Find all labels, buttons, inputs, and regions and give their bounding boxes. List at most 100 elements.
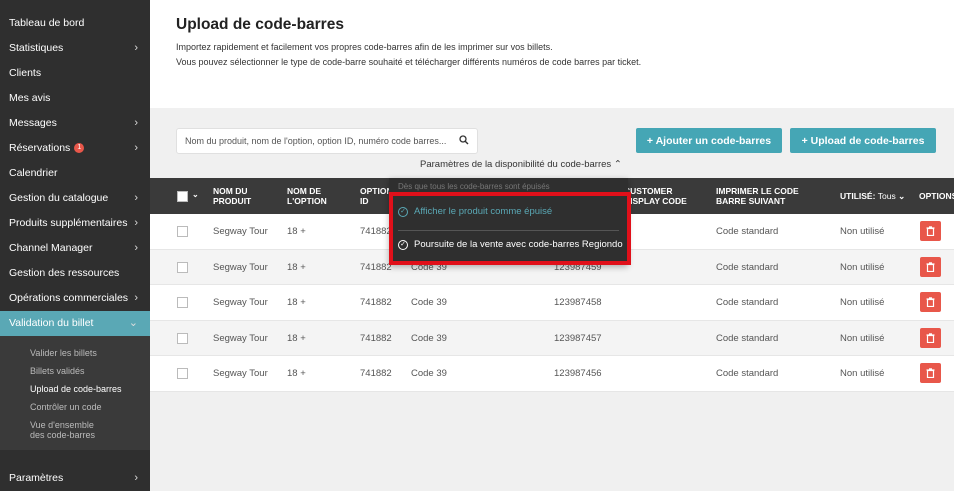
sidebar-item-label: Gestion du catalogue: [9, 192, 109, 204]
cell-product: Segway Tour: [213, 226, 268, 237]
chevron-right-icon: ›: [134, 42, 138, 54]
sidebar-item-messages[interactable]: Messages ›: [0, 111, 150, 136]
subitem-barcode-overview[interactable]: Vue d'ensemble des code-barres: [0, 416, 110, 444]
subitem-upload-barcodes[interactable]: Upload de code-barres: [0, 380, 150, 398]
chevron-right-icon: ›: [134, 472, 138, 484]
sidebar-item-reservations[interactable]: Réservations 1 ›: [0, 136, 150, 161]
col-option[interactable]: NOM DE L'OPTION: [287, 186, 337, 206]
delete-button[interactable]: [920, 221, 941, 241]
chevron-right-icon: ›: [134, 217, 138, 229]
sidebar-item-commercial-ops[interactable]: Opérations commerciales ›: [0, 286, 150, 311]
cell-used: Non utilisé: [840, 297, 885, 308]
sidebar-item-clients[interactable]: Clients: [0, 61, 150, 86]
row-checkbox[interactable]: [177, 226, 188, 237]
cell-option-id: 741882: [360, 332, 392, 344]
upload-barcode-button[interactable]: + Upload de code-barres: [790, 128, 936, 153]
sidebar-item-settings[interactable]: Paramètres ›: [0, 466, 150, 491]
cell-print: Code standard: [716, 332, 779, 344]
row-checkbox[interactable]: [177, 368, 188, 379]
row-checkbox[interactable]: [177, 332, 188, 344]
row-checkbox[interactable]: [177, 297, 188, 308]
delete-button[interactable]: [920, 292, 941, 312]
col-display-code[interactable]: CUSTOMER DISPLAY CODE: [624, 186, 708, 206]
search-icon[interactable]: [459, 135, 469, 147]
col-used-filter[interactable]: UTILISÉ: Tous ⌄: [840, 191, 905, 201]
sidebar-item-catalog[interactable]: Gestion du catalogue ›: [0, 186, 150, 211]
subitem-validate-tickets[interactable]: Valider les billets: [0, 344, 150, 362]
cell-option-id: 741882: [360, 368, 392, 379]
cell-barcode: 123987457: [554, 332, 602, 344]
col-used-label: UTILISÉ:: [840, 191, 876, 201]
trash-icon: [926, 226, 935, 236]
sidebar-item-dashboard[interactable]: Tableau de bord: [0, 11, 150, 36]
delete-button[interactable]: [920, 363, 941, 383]
sidebar-item-label: Messages: [9, 117, 57, 129]
add-barcode-button[interactable]: + Ajouter un code-barres: [636, 128, 782, 153]
sidebar-item-statistics[interactable]: Statistiques ›: [0, 36, 150, 61]
sidebar-item-label: Validation du billet: [9, 317, 94, 329]
cell-product: Segway Tour: [213, 332, 268, 344]
cell-used: Non utilisé: [840, 261, 885, 273]
cell-option: 18 +: [287, 332, 306, 344]
trash-icon: [926, 261, 935, 272]
cell-option-id: 741882: [360, 297, 392, 308]
cell-print: Code standard: [716, 261, 779, 273]
sidebar-item-resources[interactable]: Gestion des ressources: [0, 261, 150, 286]
sidebar-item-label: Produits supplémentaires: [9, 217, 128, 229]
chevron-right-icon: ›: [134, 192, 138, 204]
sidebar-item-calendar[interactable]: Calendrier: [0, 161, 150, 186]
chevron-down-icon: ⌄: [898, 191, 906, 201]
page-header: Upload de code-barres Importez rapidemen…: [150, 0, 954, 108]
subitem-validated-tickets[interactable]: Billets validés: [0, 362, 150, 380]
sidebar-item-reviews[interactable]: Mes avis: [0, 86, 150, 111]
chevron-right-icon: ›: [134, 142, 138, 154]
availability-label: Paramètres de la disponibilité du code-b…: [420, 159, 612, 170]
sidebar-item-addons[interactable]: Produits supplémentaires ›: [0, 211, 150, 236]
sidebar-item-label: Clients: [9, 67, 42, 79]
col-option-id[interactable]: OPTION ID: [360, 186, 393, 206]
table-row: Segway Tour 18 + 741882 Code 39 123987457 Cod…: [150, 320, 954, 356]
cell-option: 18 +: [287, 297, 306, 308]
cell-used: Non utilisé: [840, 332, 885, 344]
cell-print: Code standard: [716, 297, 779, 308]
cell-option-id: 741882: [360, 261, 392, 273]
sidebar-item-label: Statistiques: [9, 42, 64, 54]
chevron-down-icon: ⌄: [128, 317, 138, 329]
sidebar-item-label: Mes avis: [9, 92, 51, 104]
page-description-2: Vous pouvez sélectionner le type de code…: [176, 57, 642, 67]
subitem-check-code[interactable]: Contrôler un code: [0, 398, 150, 416]
chevron-up-icon: ⌃: [613, 159, 622, 170]
table-row: Segway Tour 18 + 741882 Code 39 123987456 Cod…: [150, 356, 954, 392]
cell-barcode: 123987458: [554, 297, 602, 308]
trash-icon: [926, 332, 935, 343]
chevron-down-icon[interactable]: ⌄: [192, 190, 199, 199]
sidebar-item-label: Tableau de bord: [9, 17, 85, 29]
search-placeholder: Nom du produit, nom de l'option, option …: [185, 136, 447, 146]
sidebar-item-channel-manager[interactable]: Channel Manager ›: [0, 236, 150, 261]
cell-product: Segway Tour: [213, 297, 268, 308]
row-checkbox[interactable]: [177, 261, 188, 273]
col-options: OPTIONS: [919, 191, 954, 201]
select-all-checkbox[interactable]: [177, 191, 188, 202]
sidebar-submenu: Valider les billets Billets validés Uplo…: [0, 336, 150, 450]
cell-option-id: 741882: [360, 226, 392, 237]
delete-button[interactable]: [920, 256, 941, 277]
col-product[interactable]: NOM DU PRODUIT: [213, 186, 263, 206]
sidebar-item-label: Réservations: [9, 142, 71, 154]
delete-button[interactable]: [920, 327, 941, 348]
sidebar-item-label: Paramètres: [9, 472, 64, 484]
highlight-box: [389, 192, 631, 265]
col-print-next[interactable]: IMPRIMER LE CODE BARRE SUIVANT: [716, 186, 831, 206]
sidebar-item-ticket-validation[interactable]: Validation du billet ⌄: [0, 311, 150, 336]
table-row: Segway Tour 18 + 741882 Code 39 123987458 Cod…: [150, 285, 954, 321]
sidebar-item-label: Opérations commerciales: [9, 292, 129, 304]
chevron-right-icon: ›: [134, 117, 138, 129]
trash-icon: [926, 297, 935, 307]
sidebar: Tableau de bord Statistiques › Clients Me…: [0, 0, 150, 491]
search-input[interactable]: Nom du produit, nom de l'option, option …: [176, 128, 478, 154]
sidebar-item-label: Channel Manager: [9, 242, 93, 254]
cell-type: Code 39: [411, 368, 447, 379]
page-title: Upload de code-barres: [176, 16, 344, 33]
availability-settings-toggle[interactable]: Paramètres de la disponibilité du code-b…: [420, 159, 622, 170]
cell-option: 18 +: [287, 261, 306, 273]
